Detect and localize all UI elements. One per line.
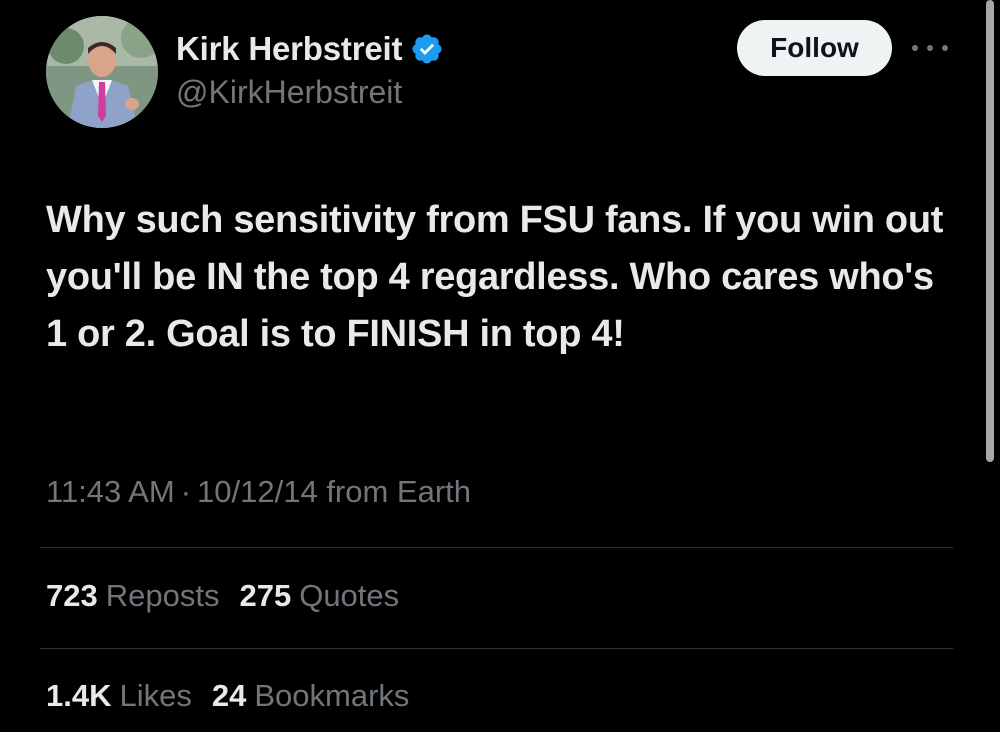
- follow-button[interactable]: Follow: [737, 20, 892, 76]
- tweet-text: Why such sensitivity from FSU fans. If y…: [46, 199, 944, 355]
- tweet-time[interactable]: 11:43 AM: [46, 474, 175, 509]
- avatar[interactable]: [46, 16, 158, 128]
- user-info: Kirk Herbstreit @KirkHerbstreit: [176, 28, 444, 111]
- reposts-count: 723: [46, 578, 98, 613]
- tweet-date[interactable]: 10/12/14: [197, 474, 318, 509]
- quotes-label: Quotes: [299, 578, 400, 613]
- scrollbar[interactable]: [986, 0, 994, 462]
- stats-row-likes: 1.4K Likes 24 Bookmarks: [46, 678, 409, 714]
- likes-count: 1.4K: [46, 678, 112, 713]
- more-horizontal-icon[interactable]: [912, 36, 948, 60]
- name-row: Kirk Herbstreit: [176, 28, 444, 70]
- dot: [912, 45, 918, 51]
- meta-separator: ·: [180, 474, 192, 509]
- tweet-meta: 11:43 AM · 10/12/14 from Earth: [46, 474, 471, 510]
- divider: [40, 547, 953, 548]
- avatar-image: [46, 16, 158, 128]
- tweet-container: Kirk Herbstreit @KirkHerbstreit Follow W…: [0, 0, 1000, 732]
- likes-label: Likes: [119, 678, 192, 713]
- tweet-source: from Earth: [326, 474, 472, 509]
- bookmarks-label: Bookmarks: [254, 678, 410, 713]
- user-handle[interactable]: @KirkHerbstreit: [176, 74, 444, 111]
- dot: [942, 45, 948, 51]
- reposts-stat[interactable]: 723 Reposts: [46, 578, 219, 614]
- stats-row-reposts: 723 Reposts 275 Quotes: [46, 578, 399, 614]
- reposts-label: Reposts: [105, 578, 220, 613]
- quotes-count: 275: [239, 578, 292, 613]
- bookmarks-count: 24: [211, 678, 247, 713]
- verified-badge-icon: [410, 32, 444, 66]
- likes-stat[interactable]: 1.4K Likes: [46, 678, 192, 714]
- divider: [40, 648, 953, 649]
- display-name[interactable]: Kirk Herbstreit: [176, 30, 402, 68]
- dot: [927, 45, 933, 51]
- bookmarks-stat[interactable]: 24 Bookmarks: [212, 678, 410, 714]
- quotes-stat[interactable]: 275 Quotes: [239, 578, 399, 614]
